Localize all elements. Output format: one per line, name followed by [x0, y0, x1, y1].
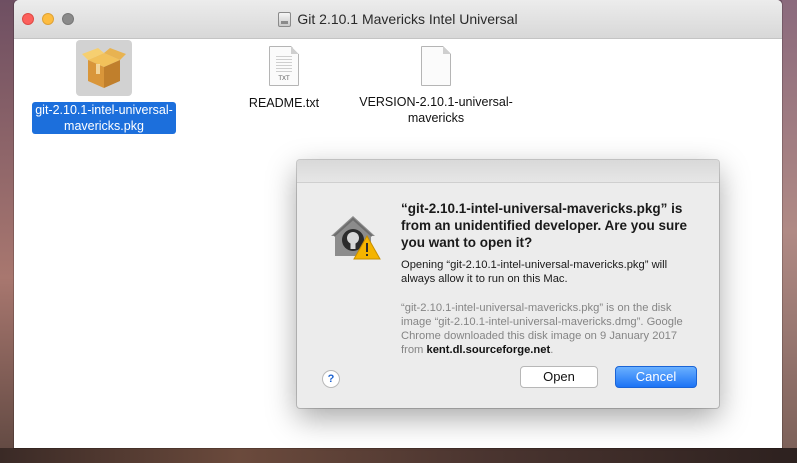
source-host: kent.dl.sourceforge.net	[426, 344, 551, 356]
window-title: Git 2.10.1 Mavericks Intel Universal	[297, 11, 518, 27]
dialog-heading: “git-2.10.1-intel-universal-mavericks.pk…	[401, 201, 688, 250]
file-label-version[interactable]: VERSION-2.10.1-universal- mavericks	[359, 94, 513, 126]
file-name-line1: VERSION-2.10.1-universal-	[359, 95, 513, 109]
cancel-button[interactable]: Cancel	[615, 366, 697, 388]
file-item-readme[interactable]: TXT README.txt	[214, 40, 354, 112]
source-info-end: .	[550, 344, 554, 356]
dialog-message: Opening “git-2.10.1-intel-universal-mave…	[401, 259, 668, 285]
gatekeeper-warning-icon	[325, 206, 381, 262]
file-name-line2: mavericks.pkg	[64, 119, 144, 133]
help-button[interactable]: ?	[322, 370, 340, 388]
desktop-background-bottom	[0, 448, 797, 463]
file-label-readme[interactable]: README.txt	[249, 95, 319, 111]
file-name-line2: mavericks	[407, 111, 465, 125]
window-titlebar[interactable]: Git 2.10.1 Mavericks Intel Universal	[14, 0, 782, 39]
document-icon[interactable]	[421, 46, 451, 86]
text-document-icon[interactable]: TXT	[269, 46, 299, 86]
file-name-line1: git-2.10.1-intel-universal-	[35, 103, 173, 117]
desktop-background-right	[782, 0, 797, 463]
package-icon[interactable]	[76, 40, 132, 96]
file-item-version[interactable]: VERSION-2.10.1-universal- mavericks	[351, 40, 521, 127]
disk-image-icon	[278, 11, 292, 27]
gatekeeper-dialog: “git-2.10.1-intel-universal-mavericks.pk…	[297, 160, 719, 408]
file-label-pkg[interactable]: git-2.10.1-intel-universal- mavericks.pk…	[32, 102, 176, 134]
open-button[interactable]: Open	[520, 366, 598, 388]
desktop-background-left	[0, 0, 14, 463]
file-item-pkg[interactable]: git-2.10.1-intel-universal- mavericks.pk…	[14, 40, 194, 135]
window-title-area: Git 2.10.1 Mavericks Intel Universal	[14, 0, 782, 38]
file-type-tag: TXT	[278, 76, 290, 82]
dialog-source-info: “git-2.10.1-intel-universal-mavericks.pk…	[401, 301, 701, 357]
dialog-titlebar	[297, 160, 719, 183]
